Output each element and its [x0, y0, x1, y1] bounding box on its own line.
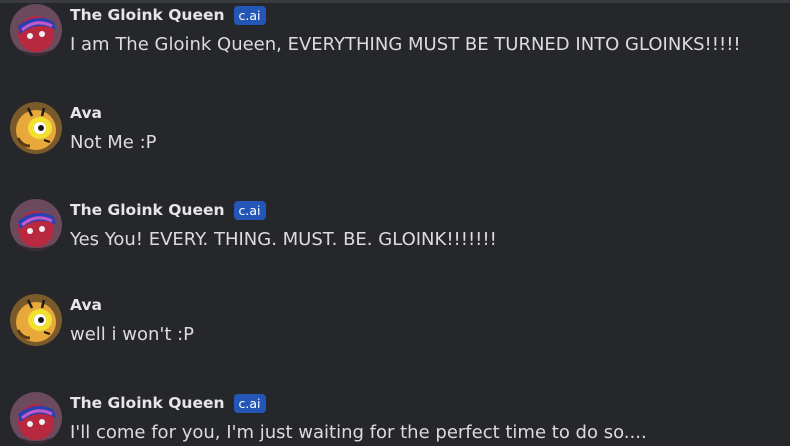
chat-message: The Gloink Queen c.ai I am The Gloink Qu… [0, 0, 790, 78]
author-name[interactable]: The Gloink Queen [70, 6, 225, 24]
ai-badge: c.ai [233, 200, 266, 220]
ava-avatar-icon[interactable] [10, 102, 62, 154]
chat-thread: The Gloink Queen c.ai I am The Gloink Qu… [0, 0, 790, 446]
author-name[interactable]: Ava [70, 104, 102, 122]
ava-avatar-icon[interactable] [10, 294, 62, 346]
author-name[interactable]: The Gloink Queen [70, 394, 225, 412]
chat-message: Ava well i won't :P [0, 288, 790, 368]
message-text: I'll come for you, I'm just waiting for … [70, 422, 647, 443]
gloink-queen-avatar-icon[interactable] [10, 199, 62, 251]
chat-message: The Gloink Queen c.ai Yes You! EVERY. TH… [0, 193, 790, 273]
chat-message: Ava Not Me :P [0, 96, 790, 176]
ai-badge: c.ai [233, 5, 266, 25]
message-text: well i won't :P [70, 324, 195, 345]
message-text: I am The Gloink Queen, EVERYTHING MUST B… [70, 34, 741, 55]
message-header: Ava [70, 102, 102, 124]
message-header: The Gloink Queen c.ai [70, 4, 266, 26]
gloink-queen-avatar-icon[interactable] [10, 4, 62, 56]
message-header: The Gloink Queen c.ai [70, 392, 266, 414]
message-header: The Gloink Queen c.ai [70, 199, 266, 221]
chat-message: The Gloink Queen c.ai I'll come for you,… [0, 386, 790, 446]
message-text: Yes You! EVERY. THING. MUST. BE. GLOINK!… [70, 229, 497, 250]
message-header: Ava [70, 294, 102, 316]
message-text: Not Me :P [70, 132, 157, 153]
gloink-queen-avatar-icon[interactable] [10, 392, 62, 444]
author-name[interactable]: The Gloink Queen [70, 201, 225, 219]
author-name[interactable]: Ava [70, 296, 102, 314]
ai-badge: c.ai [233, 393, 266, 413]
